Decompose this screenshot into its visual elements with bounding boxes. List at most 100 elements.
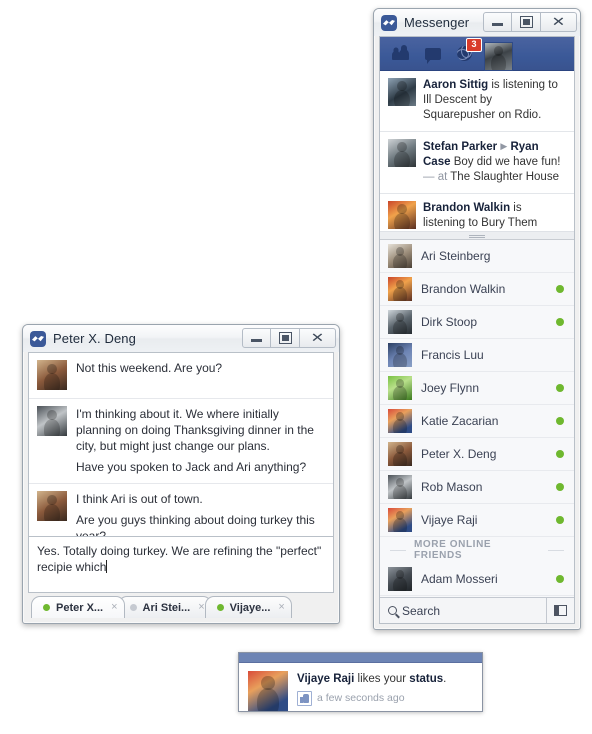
- close-icon[interactable]: ×: [111, 602, 117, 613]
- ticker-item[interactable]: Brandon Walkin is listening to Bury Them: [380, 194, 574, 231]
- message-line: Are you guys thinking about doing turkey…: [76, 513, 315, 537]
- friend-row[interactable]: Joey Flynn: [380, 372, 574, 405]
- ticker-item-text: Brandon Walkin is listening to Bury Them: [423, 201, 566, 231]
- ticker-place[interactable]: The Slaughter House: [450, 171, 559, 183]
- message-line: Have you spoken to Jack and Ari anything…: [76, 460, 307, 474]
- chat-tab-label: Ari Stei...: [142, 601, 191, 614]
- message-row: I think Ari is out of town. Are you guys…: [29, 484, 333, 537]
- online-status-dot: [129, 604, 137, 611]
- online-status-dot: [556, 450, 564, 458]
- messenger-titlebar[interactable]: Messenger ✕: [374, 9, 580, 36]
- me-avatar: [37, 406, 67, 436]
- friend-row[interactable]: Vijaye Raji: [380, 504, 574, 537]
- online-status-dot: [216, 604, 224, 611]
- messenger-close-button[interactable]: ✕: [541, 12, 577, 32]
- online-status-dot: [556, 483, 564, 491]
- friend-row[interactable]: Adam Mosseri: [380, 563, 574, 596]
- ticker-at: at: [434, 171, 451, 183]
- search-icon: [388, 606, 397, 615]
- friend-row[interactable]: Brandon Walkin: [380, 273, 574, 306]
- message-text: I'm thinking about it. We where initiall…: [76, 406, 324, 475]
- online-status-dot: [556, 575, 564, 583]
- ticker-item-text: Stefan Parker ▶ Ryan Case Boy did we hav…: [423, 139, 566, 185]
- chat-maximize-button[interactable]: [271, 328, 300, 348]
- maximize-icon: [278, 332, 292, 344]
- ticker-actor[interactable]: Stefan Parker: [423, 141, 497, 153]
- ticker-actor[interactable]: Brandon Walkin: [423, 202, 510, 214]
- ticker-body: Boy did we have fun!: [450, 156, 561, 168]
- messenger-window[interactable]: Messenger ✕ 3 Aaron Sittig is listening …: [373, 8, 581, 630]
- ticker-dash: —: [423, 171, 435, 183]
- ticker-item[interactable]: Stefan Parker ▶ Ryan Case Boy did we hav…: [380, 132, 574, 194]
- online-status-dot: [556, 351, 564, 359]
- peter-deng-avatar: [37, 360, 67, 390]
- ticker-feed[interactable]: Aaron Sittig is listening to Ill Descent…: [380, 71, 574, 231]
- francis-luu-avatar: [388, 343, 412, 367]
- messenger-maximize-button[interactable]: [512, 12, 541, 32]
- message-row: Not this weekend. Are you?: [29, 353, 333, 399]
- friend-name: Dirk Stoop: [421, 315, 478, 329]
- dirk-stoop-avatar: [388, 310, 412, 334]
- messenger-footer[interactable]: Search: [380, 597, 574, 623]
- friends-list[interactable]: Ari Steinberg Brandon Walkin Dirk Stoop …: [380, 240, 574, 597]
- chat-tab-peter[interactable]: Peter X... ×: [31, 596, 125, 618]
- chat-titlebar[interactable]: Peter X. Deng ✕: [23, 325, 339, 352]
- message-text: Not this weekend. Are you?: [76, 360, 324, 390]
- chat-window[interactable]: Peter X. Deng ✕ Not this weekend. Are yo…: [22, 324, 340, 624]
- online-status-dot: [556, 417, 564, 425]
- messenger-logo-icon: [30, 330, 46, 347]
- friend-row[interactable]: Rob Mason: [380, 471, 574, 504]
- friend-row[interactable]: Francis Luu: [380, 339, 574, 372]
- message-compose-input[interactable]: Yes. Totally doing turkey. We are refini…: [28, 536, 334, 593]
- notifications-button[interactable]: 3: [457, 38, 482, 61]
- chat-title: Peter X. Deng: [53, 331, 136, 346]
- messages-button[interactable]: [425, 47, 441, 64]
- toast-actor[interactable]: Vijaye Raji: [297, 673, 354, 685]
- more-online-friends-separator: MORE ONLINE FRIENDS: [380, 537, 574, 563]
- messenger-minimize-button[interactable]: [483, 12, 512, 32]
- close-icon[interactable]: ×: [278, 602, 284, 613]
- toast-object[interactable]: status: [409, 673, 443, 685]
- ticker-resize-grip[interactable]: [380, 231, 574, 240]
- user-avatar[interactable]: [484, 42, 513, 71]
- messenger-window-controls[interactable]: ✕: [483, 12, 577, 32]
- minimize-icon: [251, 335, 262, 342]
- chat-tab-label: Vijaye...: [229, 601, 271, 614]
- toast-header-bar: [239, 653, 482, 663]
- compose-value: Yes. Totally doing turkey. We are refini…: [37, 544, 322, 574]
- sidebar-toggle-button[interactable]: [546, 598, 574, 623]
- messenger-toolbar[interactable]: 3: [380, 37, 574, 71]
- chat-tab-vijaye[interactable]: Vijaye... ×: [204, 596, 292, 618]
- friend-name: Peter X. Deng: [421, 447, 497, 461]
- chat-window-controls[interactable]: ✕: [242, 328, 336, 348]
- ticker-item[interactable]: Aaron Sittig is listening to Ill Descent…: [380, 71, 574, 132]
- friend-row[interactable]: Katie Zacarian: [380, 405, 574, 438]
- search-input[interactable]: Search: [380, 598, 546, 623]
- chat-body: Not this weekend. Are you? I'm thinking …: [28, 352, 334, 618]
- peter-deng-avatar: [37, 491, 67, 521]
- sidebar-toggle-icon: [554, 605, 567, 616]
- friend-name: Rob Mason: [421, 480, 483, 494]
- aaron-sittig-avatar[interactable]: [388, 78, 416, 106]
- conversation-area[interactable]: Not this weekend. Are you? I'm thinking …: [28, 352, 334, 537]
- chat-tab-bar[interactable]: Peter X... × Ari Stei... × Vijaye... ×: [28, 593, 334, 618]
- vijaye-raji-avatar[interactable]: [248, 671, 288, 711]
- chat-close-button[interactable]: ✕: [300, 328, 336, 348]
- stefan-parker-avatar[interactable]: [388, 139, 416, 167]
- close-icon[interactable]: ×: [198, 602, 204, 613]
- friend-name: Ari Steinberg: [421, 249, 491, 263]
- notification-toast[interactable]: Vijaye Raji likes your status. a few sec…: [238, 652, 483, 712]
- ticker-item-text: Aaron Sittig is listening to Ill Descent…: [423, 78, 566, 123]
- ticker-arrow-icon: ▶: [500, 141, 508, 151]
- friend-row[interactable]: Ari Steinberg: [380, 240, 574, 273]
- friends-button[interactable]: [392, 47, 409, 60]
- friend-row[interactable]: Dirk Stoop: [380, 306, 574, 339]
- friend-row[interactable]: Peter X. Deng: [380, 438, 574, 471]
- chat-minimize-button[interactable]: [242, 328, 271, 348]
- minimize-icon: [492, 19, 503, 26]
- chat-tab-ari[interactable]: Ari Stei... ×: [117, 596, 212, 618]
- messenger-body: 3 Aaron Sittig is listening to Ill Desce…: [379, 36, 575, 624]
- ticker-actor[interactable]: Aaron Sittig: [423, 79, 488, 91]
- brandon-walkin-avatar: [388, 277, 412, 301]
- brandon-walkin-avatar[interactable]: [388, 201, 416, 229]
